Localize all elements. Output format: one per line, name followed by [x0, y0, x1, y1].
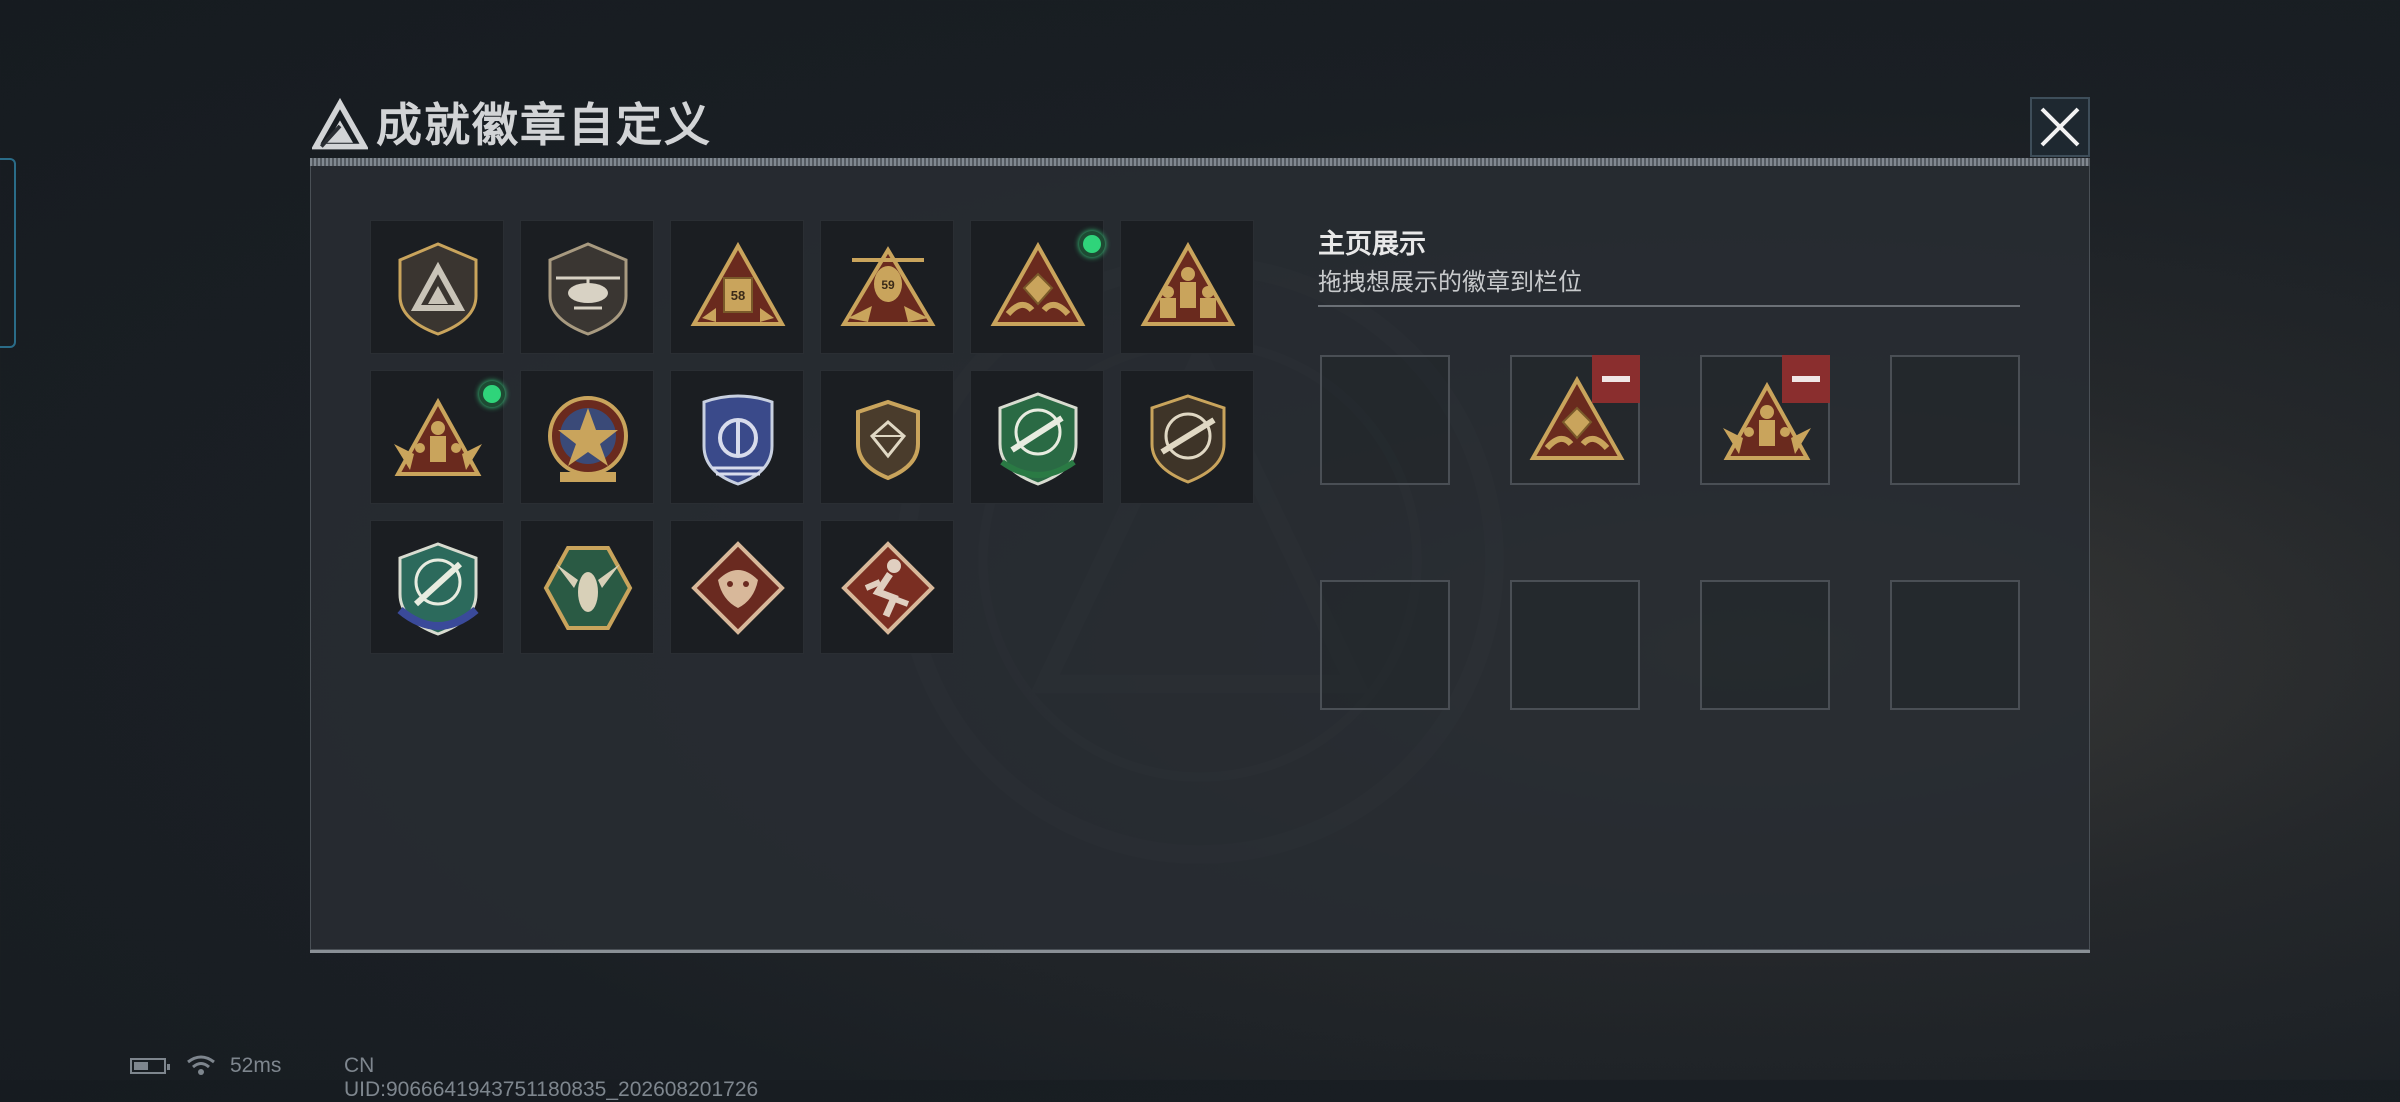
hornet-hexagon-badge-icon: [543, 546, 633, 630]
badge-cell[interactable]: [370, 370, 505, 504]
remove-badge-button[interactable]: [1592, 355, 1640, 403]
helicopter-shield-badge-icon: [548, 242, 628, 336]
dialog-header: 成就徽章自定义: [300, 92, 2096, 162]
gem-shield-badge-icon: [856, 399, 920, 481]
side-panel-tab[interactable]: [0, 158, 16, 348]
badge-cell[interactable]: 59: [820, 220, 954, 354]
display-slot-empty[interactable]: [1700, 580, 1830, 710]
triangle-logo-icon: [312, 98, 368, 150]
user-uid: CN UID:9066641943751180835_202608201726: [344, 1054, 759, 1101]
wifi-icon: [187, 1055, 215, 1075]
battery-icon: [130, 1058, 170, 1074]
svg-text:58: 58: [731, 288, 745, 303]
display-section-subtitle: 拖拽想展示的徽章到栏位: [1318, 268, 1582, 296]
badge-cell[interactable]: [520, 520, 654, 654]
badge-cell[interactable]: [820, 520, 954, 654]
gem-hands-triangle-badge-icon: [990, 241, 1086, 326]
badge-cell[interactable]: [520, 370, 654, 504]
display-section-title: 主页展示: [1318, 229, 1426, 260]
remove-badge-button[interactable]: [1782, 355, 1830, 403]
badge-cell[interactable]: [970, 370, 1104, 504]
soldiers-triangle-badge-icon: [1140, 241, 1236, 326]
badge-cell[interactable]: [370, 220, 504, 354]
display-slot-filled[interactable]: [1510, 355, 1640, 485]
badge-cell[interactable]: [370, 520, 504, 654]
dialog-title: 成就徽章自定义: [376, 98, 712, 152]
display-slot-filled[interactable]: [1700, 355, 1830, 485]
badge-cell[interactable]: [670, 370, 804, 504]
ping-readout: 52ms: [230, 1054, 282, 1077]
badge-cell[interactable]: [1120, 220, 1254, 354]
panel-bottom-edge: [310, 950, 2090, 953]
badge-cell[interactable]: 58: [670, 220, 804, 354]
svg-text:59: 59: [881, 278, 895, 292]
helicopter-59-triangle-badge-icon: 59: [840, 246, 936, 326]
display-slot-empty[interactable]: [1320, 355, 1450, 485]
display-slot-empty[interactable]: [1890, 355, 2020, 485]
active-indicator-dot: [1079, 231, 1105, 257]
display-section-divider: [1318, 305, 2020, 307]
close-icon[interactable]: [2030, 97, 2090, 157]
star-medal-badge-icon: [548, 396, 628, 482]
badge-cell[interactable]: [520, 220, 654, 354]
badge-cell[interactable]: [970, 220, 1105, 354]
blue-police-badge-icon: [702, 394, 774, 486]
green-rifle-shield-badge-icon: [998, 392, 1078, 486]
dragon-diamond-badge-icon: [691, 541, 785, 635]
soldiers-wings-badge-icon: [394, 397, 482, 476]
tank-58-triangle-badge-icon: 58: [690, 241, 786, 326]
brown-rifle-shield-badge-icon: [1150, 394, 1226, 484]
shield-triangle-badge-icon: [398, 242, 478, 336]
badge-cell[interactable]: [820, 370, 954, 504]
display-slot-empty[interactable]: [1890, 580, 2020, 710]
active-indicator-dot: [479, 381, 505, 407]
header-divider: [310, 158, 2090, 166]
blue-knife-shield-badge-icon: [397, 542, 479, 636]
badge-cell[interactable]: [1120, 370, 1254, 504]
display-slot-empty[interactable]: [1320, 580, 1450, 710]
runner-diamond-badge-icon: [841, 541, 935, 635]
badge-cell[interactable]: [670, 520, 804, 654]
display-slot-empty[interactable]: [1510, 580, 1640, 710]
